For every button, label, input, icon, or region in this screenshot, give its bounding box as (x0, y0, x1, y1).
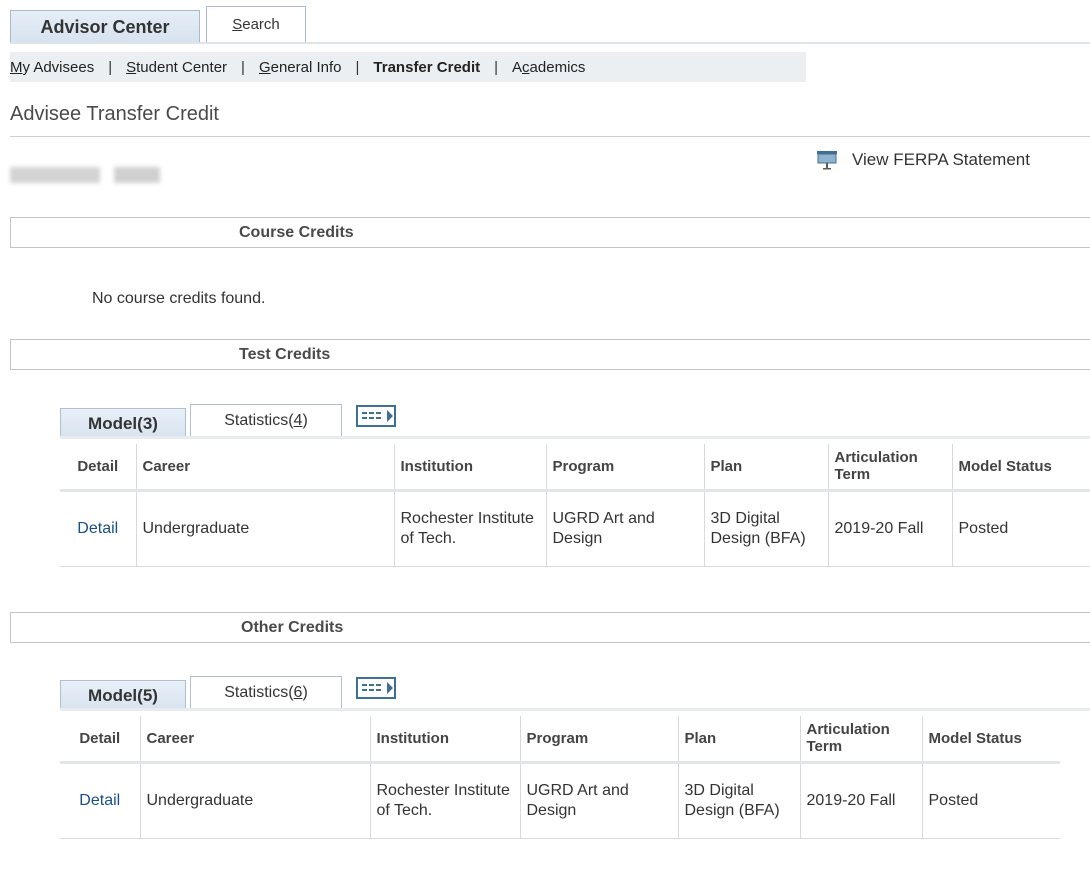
institution-cell: Rochester Institute of Tech. (370, 762, 521, 839)
test-credits-grid-tabs: Model(3) Statistics(4) (60, 404, 1090, 439)
ferpa-link-label: View FERPA Statement (852, 150, 1030, 169)
col-program: Program (520, 716, 679, 764)
career-cell: Undergraduate (136, 490, 395, 567)
course-credits-title: Course Credits (239, 224, 354, 241)
tab-statistics[interactable]: Statistics(6) (190, 676, 342, 708)
tab-label: ) (302, 683, 308, 701)
course-credits-header: Course Credits (10, 217, 1090, 248)
test-credits-header: Test Credits (10, 339, 1090, 370)
tab-accesskey: 4 (293, 411, 303, 429)
tab-search[interactable]: Search (206, 6, 306, 42)
col-articulation-term: Articulation Term (828, 444, 953, 492)
nav-my-advisees[interactable]: My Advisees (10, 59, 94, 76)
no-course-credits-message: No course credits found. (92, 290, 266, 307)
col-model-status: Model Status (922, 716, 1060, 764)
nav-label: ademics (529, 58, 586, 76)
test-credits-table: Detail Career Institution Program Plan A… (60, 444, 1090, 567)
col-institution: Institution (370, 716, 521, 764)
tab-search-accesskey: S (232, 16, 243, 33)
nav-accesskey: S (126, 58, 137, 76)
presentation-board-icon (817, 151, 837, 170)
other-credits-header: Other Credits (10, 612, 1090, 643)
nav-accesskey: M (10, 58, 23, 76)
sub-navigation: My Advisees | Student Center | General I… (10, 52, 806, 82)
title-divider (10, 136, 1090, 137)
nav-general-info[interactable]: General Info (259, 59, 342, 76)
term-cell: 2019-20 Fall (800, 762, 923, 839)
other-credits-grid-tabs: Model(5) Statistics(6) (60, 676, 1090, 711)
tab-label: Statistics( (224, 683, 294, 701)
nav-accesskey: c (522, 58, 530, 76)
col-detail: Detail (60, 444, 137, 492)
plan-cell: 3D Digital Design (BFA) (704, 490, 829, 567)
nav-separator: | (355, 58, 360, 76)
other-credits-table: Detail Career Institution Program Plan A… (60, 716, 1060, 839)
nav-label: tudent Center (136, 58, 228, 76)
top-tab-bar: Advisor Center Search (10, 6, 1090, 44)
col-career: Career (136, 444, 395, 492)
nav-separator: | (241, 58, 245, 76)
nav-accesskey: G (258, 58, 271, 76)
plan-cell: 3D Digital Design (BFA) (678, 762, 801, 839)
institution-cell: Rochester Institute of Tech. (394, 490, 547, 567)
test-credits-title: Test Credits (239, 346, 331, 363)
tab-label: ) (302, 411, 308, 429)
table-row: Detail Undergraduate Rochester Institute… (60, 490, 1090, 567)
redacted-block (10, 167, 100, 183)
detail-link[interactable]: Detail (60, 762, 141, 839)
nav-academics[interactable]: Academics (512, 59, 585, 76)
status-cell: Posted (952, 490, 1090, 567)
nav-transfer-credit: Transfer Credit (373, 58, 481, 76)
table-header-row: Detail Career Institution Program Plan A… (60, 444, 1090, 492)
tab-statistics[interactable]: Statistics(4) (190, 404, 342, 436)
tab-advisor-center[interactable]: Advisor Center (10, 10, 200, 44)
nav-label: y Advisees (22, 58, 95, 76)
grid-tab-divider (60, 708, 1090, 711)
redacted-block (114, 167, 160, 183)
show-all-columns-icon[interactable] (356, 404, 402, 428)
program-cell: UGRD Art and Design (546, 490, 705, 567)
tab-model[interactable]: Model(5) (60, 680, 186, 710)
table-row: Detail Undergraduate Rochester Institute… (60, 762, 1060, 839)
student-name-redacted (10, 165, 160, 185)
col-model-status: Model Status (952, 444, 1090, 492)
status-cell: Posted (922, 762, 1060, 839)
show-all-columns-icon[interactable] (356, 676, 402, 700)
tab-model[interactable]: Model(3) (60, 408, 186, 438)
program-cell: UGRD Art and Design (520, 762, 679, 839)
tab-bar-divider (10, 42, 1090, 44)
detail-link[interactable]: Detail (60, 490, 137, 567)
col-career: Career (140, 716, 371, 764)
nav-student-center[interactable]: Student Center (126, 59, 227, 76)
tab-label: Statistics( (224, 411, 294, 429)
tab-accesskey: 6 (293, 683, 303, 701)
nav-separator: | (108, 58, 113, 76)
career-cell: Undergraduate (140, 762, 371, 839)
term-cell: 2019-20 Fall (828, 490, 953, 567)
other-credits-title: Other Credits (241, 619, 344, 636)
col-articulation-term: Articulation Term (800, 716, 923, 764)
table-header-row: Detail Career Institution Program Plan A… (60, 716, 1060, 764)
nav-label: eneral Info (270, 58, 342, 76)
nav-separator: | (494, 58, 499, 76)
col-program: Program (546, 444, 705, 492)
nav-label: A (512, 58, 523, 76)
col-detail: Detail (60, 716, 141, 764)
col-plan: Plan (704, 444, 829, 492)
col-institution: Institution (394, 444, 547, 492)
ferpa-statement-link[interactable]: View FERPA Statement (816, 150, 1030, 170)
grid-tab-divider (60, 436, 1090, 439)
col-plan: Plan (678, 716, 801, 764)
page-title: Advisee Transfer Credit (10, 103, 219, 125)
tab-search-label: earch (242, 16, 280, 33)
